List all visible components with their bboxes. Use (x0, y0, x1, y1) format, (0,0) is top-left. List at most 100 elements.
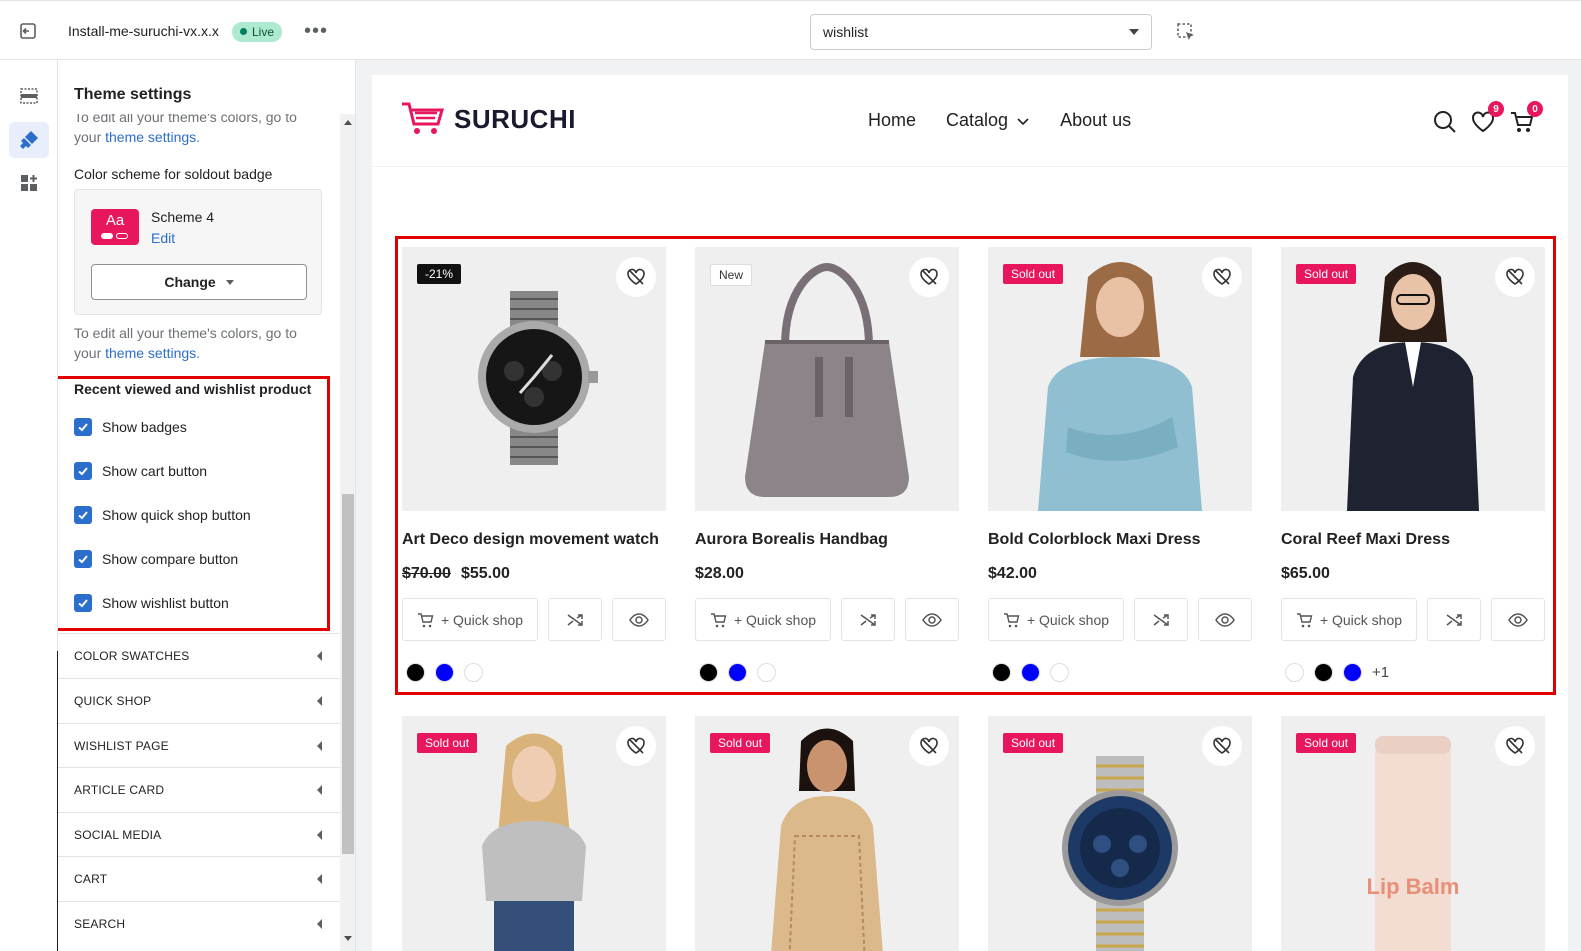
store-logo[interactable]: SURUCHI (400, 101, 576, 137)
quick-view-button[interactable] (905, 598, 959, 641)
accordion-cart[interactable]: CART (58, 856, 340, 900)
panel-scrollbar[interactable] (340, 114, 355, 951)
show-cart-button-checkbox[interactable]: Show cart button (74, 462, 207, 480)
swatch-black[interactable] (992, 663, 1011, 682)
accordion-wishlist-page[interactable]: WISHLIST PAGE (58, 723, 340, 767)
product-title[interactable]: Bold Colorblock Maxi Dress (988, 531, 1201, 549)
quick-shop-button[interactable]: + Quick shop (988, 598, 1124, 641)
product-image[interactable]: Sold out (1281, 247, 1545, 511)
rail-sections-button[interactable] (9, 78, 49, 114)
product-image[interactable]: New (695, 247, 959, 511)
swatch-black[interactable] (699, 663, 718, 682)
accordion-label: SEARCH (74, 916, 126, 931)
product-title[interactable]: Art Deco design movement watch (402, 531, 659, 549)
accordion-search[interactable]: SEARCH (58, 901, 340, 945)
wishlist-remove-button[interactable] (909, 257, 949, 297)
product-actions: + Quick shop (1281, 598, 1545, 642)
scroll-down-arrow-icon[interactable] (344, 936, 352, 941)
swatch-blue[interactable] (1021, 663, 1040, 682)
quick-shop-button[interactable]: + Quick shop (402, 598, 538, 641)
show-quick-shop-checkbox[interactable]: Show quick shop button (74, 506, 251, 524)
exit-button[interactable] (12, 17, 44, 45)
more-swatches-count[interactable]: +1 (1372, 664, 1389, 681)
search-button[interactable] (1432, 109, 1458, 135)
wishlist-remove-button[interactable] (1202, 726, 1242, 766)
quick-view-button[interactable] (1198, 598, 1252, 641)
product-card[interactable]: Sold out Bold Colorblock Maxi Dress $42.… (988, 247, 1252, 682)
nav-catalog-label: Catalog (946, 110, 1009, 130)
swatch-blue[interactable] (728, 663, 747, 682)
product-price: $42.00 (988, 565, 1037, 583)
accordion-color-swatches[interactable]: COLOR SWATCHES (58, 633, 340, 677)
help-text-bottom: To edit all your theme's colors, go to y… (74, 323, 324, 363)
accordion-social-media[interactable]: SOCIAL MEDIA (58, 812, 340, 856)
show-compare-checkbox[interactable]: Show compare button (74, 550, 238, 568)
quick-shop-button[interactable]: + Quick shop (695, 598, 831, 641)
more-actions-button[interactable]: ••• (300, 19, 332, 43)
product-card[interactable]: Sold out (402, 716, 666, 951)
swatch-white[interactable] (1050, 663, 1069, 682)
compare-button[interactable] (548, 598, 602, 641)
theme-settings-link-top[interactable]: theme settings. (105, 129, 200, 145)
product-title[interactable]: Aurora Borealis Handbag (695, 531, 888, 549)
wishlist-remove-button[interactable] (616, 257, 656, 297)
product-card[interactable]: -21% Art Deco design movement watch $70.… (402, 247, 666, 682)
rail-apps-button[interactable] (9, 165, 49, 201)
page-template-select[interactable]: wishlist (810, 14, 1152, 50)
rail-theme-settings-button[interactable] (9, 122, 49, 158)
wishlist-header-button[interactable]: 9 (1470, 101, 1504, 135)
sale-price: $65.00 (1281, 565, 1330, 582)
product-title[interactable]: Coral Reef Maxi Dress (1281, 531, 1450, 549)
nav-about-us[interactable]: About us (1060, 110, 1131, 131)
wishlist-remove-button[interactable] (1202, 257, 1242, 297)
product-card[interactable]: Sold out (988, 716, 1252, 951)
show-wishlist-checkbox[interactable]: Show wishlist button (74, 594, 229, 612)
product-image[interactable]: Sold out (988, 716, 1252, 951)
swatch-white[interactable] (1285, 663, 1304, 682)
swatch-black[interactable] (406, 663, 425, 682)
nav-catalog[interactable]: Catalog (946, 110, 1030, 131)
apps-icon (21, 175, 37, 191)
show-badges-checkbox[interactable]: Show badges (74, 418, 187, 436)
scheme-edit-link[interactable]: Edit (151, 230, 175, 246)
wishlist-remove-button[interactable] (909, 726, 949, 766)
accordion-article-card[interactable]: ARTICLE CARD (58, 767, 340, 811)
swatch-white[interactable] (464, 663, 483, 682)
wishlist-remove-button[interactable] (616, 726, 656, 766)
compare-button[interactable] (841, 598, 895, 641)
accordion-quick-shop[interactable]: QUICK SHOP (58, 678, 340, 722)
checkmark-icon (74, 594, 92, 612)
product-card[interactable]: Lip Balm Sold out (1281, 716, 1545, 951)
product-card[interactable]: Sold out Coral Reef Maxi Dress $65.00 + … (1281, 247, 1545, 682)
product-price: $70.00 $55.00 (402, 565, 510, 583)
wishlist-remove-button[interactable] (1495, 257, 1535, 297)
product-image[interactable]: Sold out (988, 247, 1252, 511)
nav-home[interactable]: Home (868, 110, 916, 131)
shuffle-icon (1153, 613, 1169, 626)
quick-shop-button[interactable]: + Quick shop (1281, 598, 1417, 641)
swatch-black[interactable] (1314, 663, 1333, 682)
quick-view-button[interactable] (612, 598, 666, 641)
product-card[interactable]: Sold out (695, 716, 959, 951)
quick-view-button[interactable] (1491, 598, 1545, 641)
page-select-value: wishlist (823, 24, 869, 40)
wishlist-remove-button[interactable] (1495, 726, 1535, 766)
scroll-up-arrow-icon[interactable] (344, 120, 352, 125)
swatch-white[interactable] (757, 663, 776, 682)
swatch-blue[interactable] (435, 663, 454, 682)
compare-button[interactable] (1134, 598, 1188, 641)
wishlist-settings-highlight (58, 376, 330, 631)
product-image[interactable]: Lip Balm Sold out (1281, 716, 1545, 951)
product-image[interactable]: -21% (402, 247, 666, 511)
compare-button[interactable] (1427, 598, 1481, 641)
theme-settings-link-bottom[interactable]: theme settings. (105, 345, 200, 361)
scrollbar-thumb[interactable] (342, 494, 354, 854)
product-card[interactable]: New Aurora Borealis Handbag $28.00 + Qui… (695, 247, 959, 682)
cart-header-button[interactable]: 0 (1509, 101, 1543, 135)
quick-shop-label: + Quick shop (1319, 611, 1403, 628)
change-scheme-button[interactable]: Change (91, 264, 307, 300)
swatch-blue[interactable] (1343, 663, 1362, 682)
product-image[interactable]: Sold out (402, 716, 666, 951)
inspector-toggle-button[interactable] (1172, 18, 1200, 46)
product-image[interactable]: Sold out (695, 716, 959, 951)
